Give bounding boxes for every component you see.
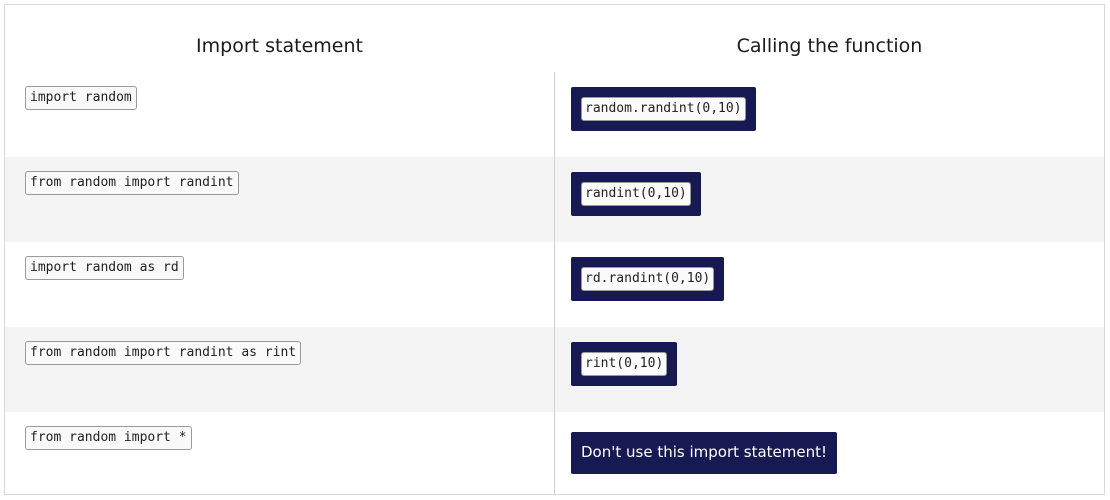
import-code: import random as rd <box>25 256 184 280</box>
call-box: randint(0,10) <box>571 172 701 216</box>
table-header-row: Import statement Calling the function <box>5 5 1104 72</box>
import-code: from random import * <box>25 426 192 450</box>
call-code: random.randint(0,10) <box>581 97 746 121</box>
call-code: randint(0,10) <box>581 182 691 206</box>
call-code: rint(0,10) <box>581 352 668 376</box>
import-code: from random import randint <box>25 171 239 195</box>
import-code: from random import randint as rint <box>25 341 302 365</box>
call-box: rd.randint(0,10) <box>571 257 725 301</box>
header-calling-function: Calling the function <box>736 35 923 57</box>
call-box: rint(0,10) <box>571 342 678 386</box>
header-import-statement: Import statement <box>196 35 363 57</box>
import-code: import random <box>25 86 137 110</box>
column-divider <box>554 72 555 494</box>
import-table: Import statement Calling the function im… <box>4 4 1105 495</box>
warning-box: Don't use this import statement! <box>571 432 837 474</box>
call-box: random.randint(0,10) <box>571 87 756 131</box>
warning-text: Don't use this import statement! <box>581 443 827 461</box>
call-code: rd.randint(0,10) <box>581 267 715 291</box>
